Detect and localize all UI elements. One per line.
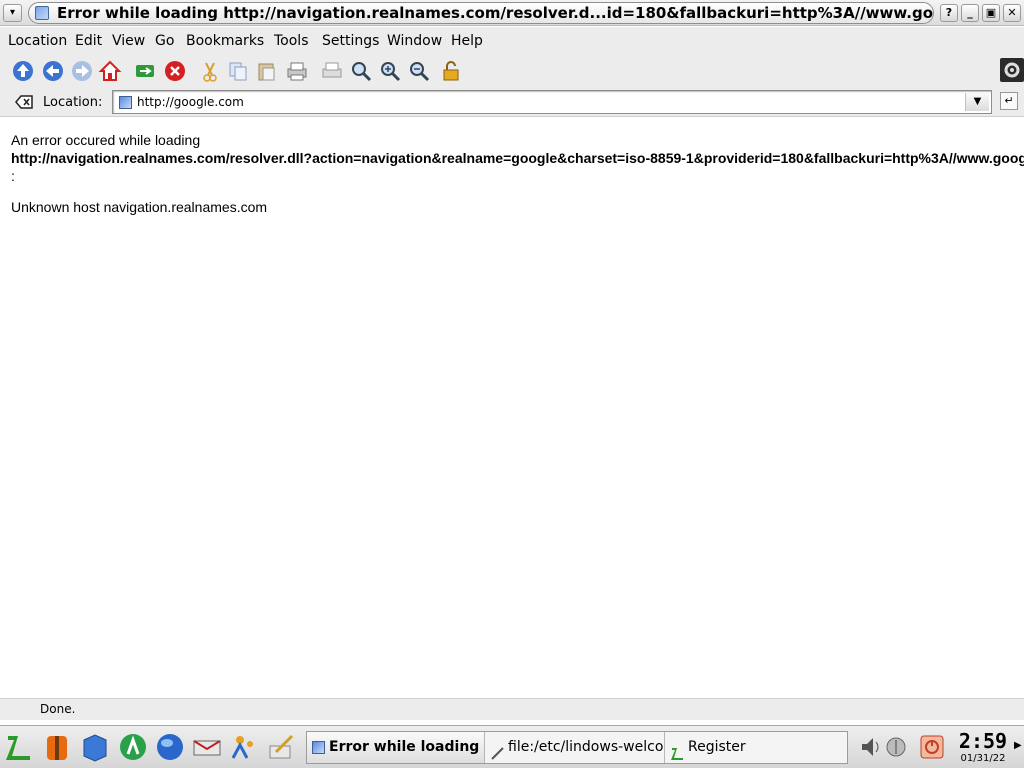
clock-date: 01/31/22 bbox=[960, 753, 1006, 764]
task-label: Register bbox=[688, 739, 746, 755]
volume-icon[interactable] bbox=[858, 732, 882, 762]
error-colon: : bbox=[11, 168, 15, 184]
power-icon[interactable] bbox=[920, 732, 944, 762]
stop-icon[interactable] bbox=[163, 59, 187, 83]
error-intro: An error occured while loading bbox=[11, 132, 201, 148]
location-dropdown-button[interactable]: ▼ bbox=[965, 93, 989, 111]
location-toolbar: Location: ▼ ↵ bbox=[0, 87, 1024, 117]
toolbar bbox=[0, 55, 1024, 87]
menu-bookmarks[interactable]: Bookmarks bbox=[186, 33, 264, 49]
writer-icon[interactable] bbox=[266, 732, 296, 762]
location-input[interactable] bbox=[137, 93, 957, 111]
browser-page-icon bbox=[35, 6, 49, 20]
menu-location[interactable]: Location bbox=[8, 33, 67, 49]
taskbar: Error while loading http file:/etc/lindo… bbox=[0, 725, 1024, 768]
people-icon[interactable] bbox=[229, 732, 259, 762]
cut-icon[interactable] bbox=[198, 59, 222, 83]
window-menu-button[interactable]: ▾ bbox=[3, 4, 22, 22]
menu-settings[interactable]: Settings bbox=[322, 33, 379, 49]
task-label: file:/etc/lindows-welcome bbox=[508, 739, 664, 755]
edit-pencil-icon bbox=[491, 741, 504, 760]
menu-tools[interactable]: Tools bbox=[274, 33, 309, 49]
clock[interactable]: 2:59 01/31/22 bbox=[953, 729, 1013, 767]
task-welcome-window[interactable]: file:/etc/lindows-welcome bbox=[486, 732, 665, 763]
task-register-window[interactable]: Register bbox=[666, 732, 847, 763]
menu-go[interactable]: Go bbox=[155, 33, 174, 49]
task-label: Error while loading http bbox=[329, 739, 484, 755]
click-n-run-icon[interactable] bbox=[118, 732, 148, 762]
task-error-window[interactable]: Error while loading http bbox=[307, 732, 485, 763]
reload-icon[interactable] bbox=[133, 59, 157, 83]
page-content: An error occured while loading http://na… bbox=[0, 118, 1024, 698]
start-menu-icon[interactable] bbox=[4, 732, 34, 762]
lindows-logo-icon bbox=[671, 741, 684, 760]
location-field[interactable]: ▼ bbox=[112, 90, 992, 114]
zoom-out-icon[interactable] bbox=[407, 59, 431, 83]
lock-icon[interactable] bbox=[439, 59, 463, 83]
browser-page-icon bbox=[312, 741, 325, 754]
status-text: Done. bbox=[40, 702, 76, 716]
page-favicon-icon bbox=[119, 96, 132, 109]
zoom-icon[interactable] bbox=[349, 59, 373, 83]
gear-icon[interactable] bbox=[1000, 58, 1024, 82]
web-browser-icon[interactable] bbox=[155, 732, 185, 762]
menu-view[interactable]: View bbox=[112, 33, 145, 49]
forward-icon[interactable] bbox=[70, 59, 94, 83]
file-manager-icon[interactable] bbox=[80, 732, 110, 762]
window-title-text: Error while loading http://navigation.re… bbox=[57, 4, 934, 22]
task-list: Error while loading http file:/etc/lindo… bbox=[306, 731, 848, 764]
network-icon[interactable] bbox=[884, 732, 908, 762]
close-button[interactable]: ✕ bbox=[1003, 4, 1021, 22]
location-label: Location: bbox=[43, 95, 103, 110]
menu-bar: Location Edit View Go Bookmarks Tools Se… bbox=[0, 27, 1024, 55]
up-icon[interactable] bbox=[11, 59, 35, 83]
menu-edit[interactable]: Edit bbox=[75, 33, 102, 49]
maximize-button[interactable]: ▣ bbox=[982, 4, 1000, 22]
copy-icon[interactable] bbox=[226, 59, 250, 83]
error-detail: Unknown host navigation.realnames.com bbox=[11, 199, 268, 215]
taskbar-scroll-icon[interactable]: ▶ bbox=[1014, 740, 1022, 751]
minimize-button[interactable]: _ bbox=[961, 4, 979, 22]
menu-window[interactable]: Window bbox=[387, 33, 442, 49]
mail-icon[interactable] bbox=[192, 732, 222, 762]
paste-icon[interactable] bbox=[255, 59, 279, 83]
go-button[interactable]: ↵ bbox=[1000, 92, 1018, 110]
window-title: Error while loading http://navigation.re… bbox=[28, 2, 934, 24]
status-bar: Done. bbox=[0, 698, 1024, 720]
clock-time: 2:59 bbox=[958, 729, 1008, 753]
help-button[interactable]: ? bbox=[940, 4, 958, 22]
print-frame-icon[interactable] bbox=[320, 59, 344, 83]
clear-location-icon[interactable] bbox=[14, 93, 34, 111]
back-icon[interactable] bbox=[41, 59, 65, 83]
zoom-in-icon[interactable] bbox=[378, 59, 402, 83]
error-url: http://navigation.realnames.com/resolver… bbox=[11, 150, 1024, 166]
print-icon[interactable] bbox=[285, 59, 309, 83]
menu-help[interactable]: Help bbox=[451, 33, 483, 49]
home-icon[interactable] bbox=[98, 59, 122, 83]
title-bar: ▾ Error while loading http://navigation.… bbox=[0, 0, 1024, 26]
lifevest-icon[interactable] bbox=[42, 732, 72, 762]
